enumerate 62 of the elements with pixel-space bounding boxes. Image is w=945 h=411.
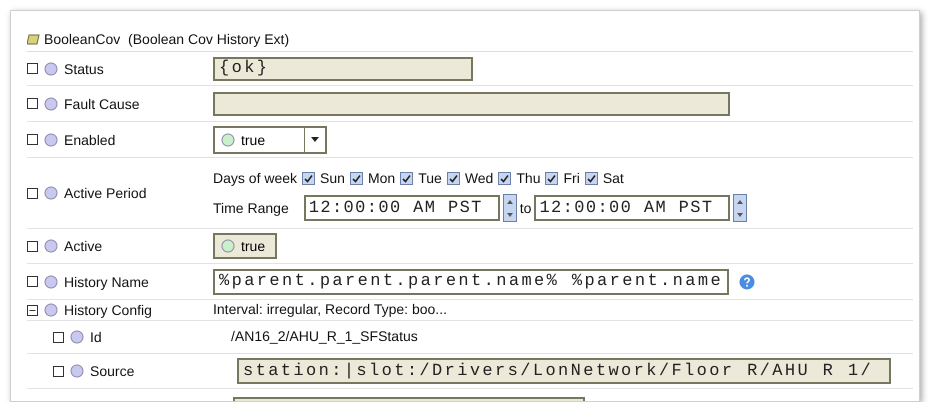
property-value: /AN16_2/AHU_R_1_SFStatus [231,328,418,344]
property-dot-icon [44,186,58,200]
day-label: Wed [464,170,494,186]
status-dot-icon [221,132,235,146]
property-dot-icon [44,239,58,253]
day-label: Sat [602,170,624,186]
folder-icon [27,34,40,44]
property-label: Source [90,363,134,379]
property-dot-icon [70,364,84,378]
days-of-week-label: Days of week [213,170,298,186]
square-icon [27,98,38,109]
day-label: Thu [516,170,540,186]
square-icon [27,276,38,287]
property-dot-icon [44,274,58,288]
status-field: {ok} [213,56,473,80]
square-icon [53,332,64,342]
caret-icon[interactable] [311,137,319,142]
square-icon [27,188,38,198]
enabled-dropdown[interactable]: true [213,126,327,154]
dropdown-value: true [241,132,266,148]
component-title: BooleanCov (Boolean Cov History Ext) [44,31,290,47]
spinner-icon[interactable] [733,194,748,222]
property-dot-icon [44,62,58,76]
collapse-icon[interactable] [27,304,38,316]
day-checkbox[interactable] [400,172,414,184]
property-dot-icon [44,303,58,317]
property-label: History Name [64,274,149,290]
status-dot-icon [221,239,235,253]
day-label: Tue [418,170,442,186]
property-label: Id [90,329,102,345]
property-label: Status [64,60,104,76]
square-icon [53,366,64,376]
day-checkbox[interactable] [498,172,512,184]
day-checkbox[interactable] [545,172,558,184]
day-label: Mon [368,170,396,186]
property-value: Interval: irregular, Record Type: boo... [213,301,447,317]
time-range-label: Time Range [213,200,289,216]
property-label: Active [64,238,102,254]
to-label: to [520,200,532,216]
square-icon [27,134,38,145]
help-icon[interactable] [739,274,755,290]
time-field[interactable]: 12:00:00 AM PST [304,195,500,221]
day-checkbox[interactable] [350,172,363,184]
property-label: Enabled [64,132,116,148]
active-value: true [241,238,266,254]
property-label: Fault Cause [64,96,140,112]
square-icon [27,63,38,74]
day-checkbox[interactable] [302,172,316,184]
spinner-icon[interactable] [502,194,517,222]
square-icon [27,240,38,252]
day-checkbox[interactable] [446,172,460,184]
history-name-field[interactable]: %parent.parent.parent.name% %parent.name [213,268,729,294]
time-field[interactable]: 12:00:00 AM PST [534,195,730,221]
day-label: Fri [563,170,580,186]
property-label: Active Period [64,185,146,201]
property-label: History Config [64,302,152,318]
property-dot-icon [70,330,84,344]
property-dot-icon [44,96,58,110]
day-label: Sun [320,170,345,186]
day-checkbox[interactable] [584,172,598,184]
source-field: station:|slot:/Drivers/LonNetwork/Floor R/AHU R 1/ [237,358,891,384]
property-dot-icon [44,132,58,146]
